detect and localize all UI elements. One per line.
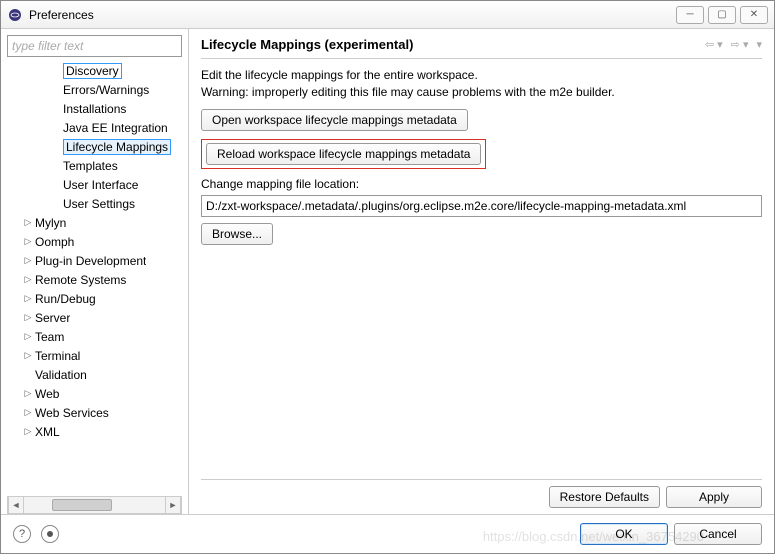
expand-icon[interactable]: ▷	[21, 274, 35, 285]
back-button[interactable]: ⇦ ▾	[705, 38, 723, 51]
tree-item[interactable]: ▷Mylyn	[7, 213, 182, 232]
titlebar: Preferences ─ ▢ ✕	[1, 1, 774, 29]
tree-item-label: Errors/Warnings	[63, 83, 149, 97]
horizontal-scrollbar[interactable]: ◄ ►	[7, 496, 182, 514]
tree-item-label: XML	[35, 425, 60, 439]
description-line1: Edit the lifecycle mappings for the enti…	[201, 67, 762, 84]
tree-item[interactable]: Lifecycle Mappings	[7, 137, 182, 156]
location-input[interactable]	[201, 195, 762, 217]
open-metadata-button[interactable]: Open workspace lifecycle mappings metada…	[201, 109, 468, 131]
tree-item[interactable]: ▷Team	[7, 327, 182, 346]
description-line2: Warning: improperly editing this file ma…	[201, 84, 762, 101]
expand-icon[interactable]: ▷	[21, 388, 35, 399]
tree-item-label: Remote Systems	[35, 273, 126, 287]
tree-item[interactable]: ▷Oomph	[7, 232, 182, 251]
panel-header: Lifecycle Mappings (experimental) ⇦ ▾ ⇨ …	[201, 37, 762, 59]
description: Edit the lifecycle mappings for the enti…	[201, 67, 762, 101]
apply-button[interactable]: Apply	[666, 486, 762, 508]
tree-item-label: User Interface	[63, 178, 138, 192]
panel-body: Edit the lifecycle mappings for the enti…	[201, 67, 762, 479]
minimize-button[interactable]: ─	[676, 6, 704, 24]
help-icon[interactable]: ?	[13, 525, 31, 543]
window-title: Preferences	[29, 8, 676, 22]
tree-item-label: Mylyn	[35, 216, 66, 230]
tree-item-label: Templates	[63, 159, 118, 173]
tree-item[interactable]: ▷Server	[7, 308, 182, 327]
preferences-tree[interactable]: Discovery Errors/Warnings Installations Jav…	[7, 61, 182, 494]
scroll-thumb[interactable]	[52, 499, 112, 511]
expand-icon[interactable]: ▷	[21, 217, 35, 228]
tree-item-label: Plug-in Development	[35, 254, 146, 268]
tree-item[interactable]: ▷XML	[7, 422, 182, 441]
reload-metadata-button[interactable]: Reload workspace lifecycle mappings meta…	[206, 143, 481, 165]
expand-icon[interactable]: ▷	[21, 293, 35, 304]
eclipse-icon	[7, 7, 23, 23]
expand-icon[interactable]: ▷	[21, 312, 35, 323]
filter-input[interactable]	[7, 35, 182, 57]
scroll-right-icon[interactable]: ►	[165, 497, 181, 513]
tree-item[interactable]: ▷Terminal	[7, 346, 182, 365]
expand-icon[interactable]: ▷	[21, 331, 35, 342]
preferences-window: Preferences ─ ▢ ✕ Discovery Errors/Warnin…	[0, 0, 775, 554]
tree-item-label: Web Services	[35, 406, 109, 420]
content-area: Discovery Errors/Warnings Installations Jav…	[1, 29, 774, 514]
page-title: Lifecycle Mappings (experimental)	[201, 37, 705, 52]
menu-button[interactable]: ▾	[756, 38, 762, 51]
tree-item-label: Discovery	[63, 63, 122, 79]
tree-item-label: Run/Debug	[35, 292, 96, 306]
browse-button[interactable]: Browse...	[201, 223, 273, 245]
tree-item[interactable]: User Settings	[7, 194, 182, 213]
tree-item[interactable]: ▷Run/Debug	[7, 289, 182, 308]
tree-item[interactable]: Validation	[7, 365, 182, 384]
expand-icon[interactable]: ▷	[21, 350, 35, 361]
tree-item-label: User Settings	[63, 197, 135, 211]
maximize-button[interactable]: ▢	[708, 6, 736, 24]
ok-button[interactable]: OK	[580, 523, 668, 545]
panel-footer: Restore Defaults Apply	[201, 479, 762, 508]
scroll-track[interactable]	[24, 497, 165, 513]
highlighted-reload-area: Reload workspace lifecycle mappings meta…	[201, 139, 486, 169]
expand-icon[interactable]: ▷	[21, 426, 35, 437]
tree-item[interactable]: Java EE Integration	[7, 118, 182, 137]
expand-icon[interactable]: ▷	[21, 255, 35, 266]
tree-item-label: Installations	[63, 102, 126, 116]
tree-item-label: Server	[35, 311, 70, 325]
tree-item[interactable]: ▷Remote Systems	[7, 270, 182, 289]
tree-item-label: Validation	[35, 368, 87, 382]
tree-item[interactable]: ▷Web	[7, 384, 182, 403]
main-panel: Lifecycle Mappings (experimental) ⇦ ▾ ⇨ …	[189, 29, 774, 514]
expand-icon[interactable]: ▷	[21, 407, 35, 418]
tree-item-label: Web	[35, 387, 59, 401]
close-button[interactable]: ✕	[740, 6, 768, 24]
tree-item[interactable]: ▷Plug-in Development	[7, 251, 182, 270]
tree-item-label: Team	[35, 330, 64, 344]
tree-item[interactable]: User Interface	[7, 175, 182, 194]
restore-defaults-button[interactable]: Restore Defaults	[549, 486, 660, 508]
tree-item-label: Oomph	[35, 235, 74, 249]
tree-item[interactable]: Templates	[7, 156, 182, 175]
tree-item[interactable]: Discovery	[7, 61, 182, 80]
tree-item-label: Java EE Integration	[63, 121, 168, 135]
tree-item[interactable]: ▷Web Services	[7, 403, 182, 422]
nav-arrows: ⇦ ▾ ⇨ ▾ ▾	[705, 38, 762, 51]
scroll-left-icon[interactable]: ◄	[8, 497, 24, 513]
location-label: Change mapping file location:	[201, 177, 762, 191]
expand-icon[interactable]: ▷	[21, 236, 35, 247]
tree-item-label: Lifecycle Mappings	[63, 139, 171, 155]
tree-item[interactable]: Installations	[7, 99, 182, 118]
tree-item[interactable]: Errors/Warnings	[7, 80, 182, 99]
sidebar: Discovery Errors/Warnings Installations Jav…	[1, 29, 189, 514]
tree-item-label: Terminal	[35, 349, 80, 363]
dialog-footer: ? OK Cancel https://blog.csdn.net/weixin…	[1, 514, 774, 553]
cancel-button[interactable]: Cancel	[674, 523, 762, 545]
forward-button[interactable]: ⇨ ▾	[731, 38, 749, 51]
record-icon[interactable]	[41, 525, 59, 543]
window-controls: ─ ▢ ✕	[676, 6, 768, 24]
